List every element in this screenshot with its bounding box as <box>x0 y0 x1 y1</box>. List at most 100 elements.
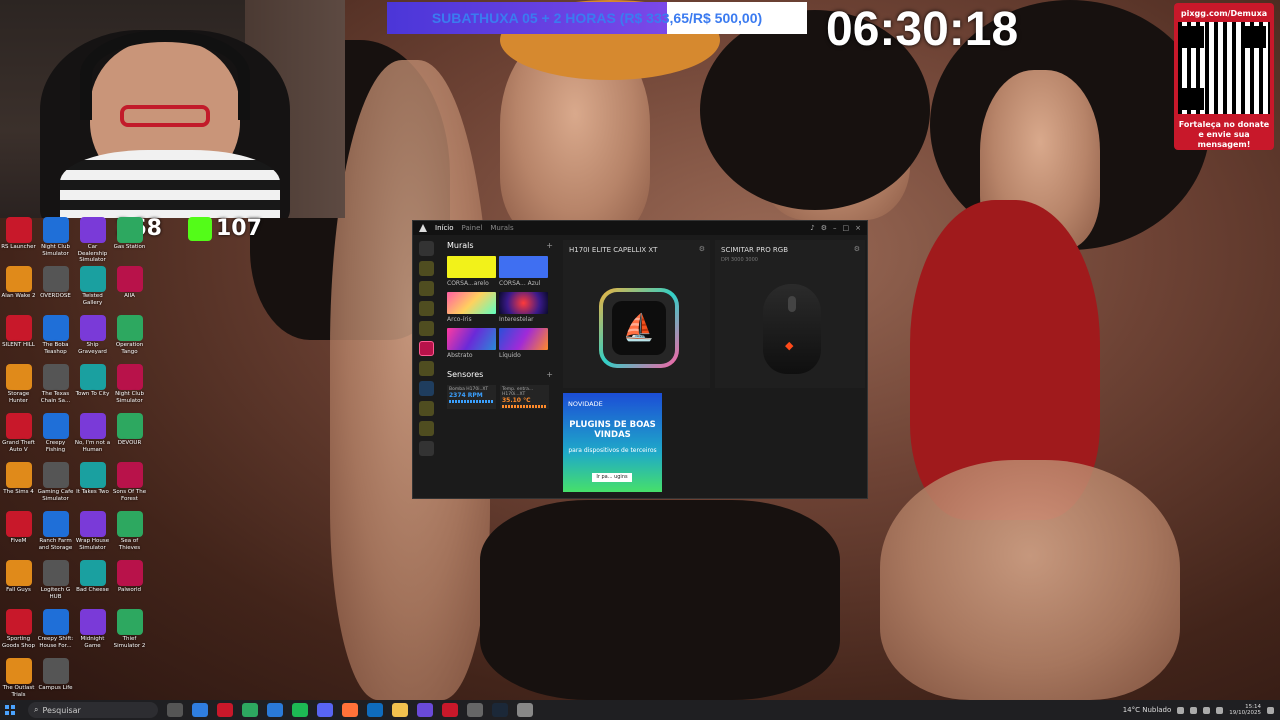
desktop-icon[interactable]: Sea of Thieves <box>111 511 148 551</box>
rail-item-device-icon[interactable] <box>418 301 434 316</box>
desktop-icon[interactable]: No, I'm not a Human <box>74 413 111 453</box>
desktop-icon[interactable]: Thief Simulator 2 <box>111 609 148 649</box>
desktop-icon[interactable]: Town To City <box>74 364 111 398</box>
desktop-icon[interactable]: Night Club Simulator <box>37 217 74 257</box>
desktop-icon[interactable]: Creepy Shift: House For... <box>37 609 74 649</box>
app-icon[interactable] <box>217 703 233 717</box>
desktop-icon[interactable]: Campus Life <box>37 658 74 692</box>
desktop-icon[interactable]: Twisted Gallery <box>74 266 111 306</box>
desktop-icon-label: OVERDOSE <box>40 293 71 299</box>
promo-button[interactable]: Ir pa... ugins <box>592 473 632 482</box>
desktop-icon[interactable]: The Sims 4 <box>0 462 37 496</box>
rail-item-selected-icon[interactable] <box>418 341 434 356</box>
desktop-icon[interactable]: Gas Station <box>111 217 148 251</box>
gear-icon[interactable]: ⚙ <box>699 245 705 253</box>
edge-icon[interactable] <box>192 703 208 717</box>
firefox-icon[interactable] <box>342 703 358 717</box>
app-icon[interactable] <box>517 703 533 717</box>
mural-item[interactable]: Interestelar <box>499 292 548 323</box>
chevron-up-icon[interactable] <box>1177 706 1185 714</box>
desktop-icon[interactable]: Sporting Goods Shop <box>0 609 37 649</box>
volume-icon[interactable] <box>1203 706 1211 714</box>
add-mural-icon[interactable]: + <box>546 241 553 250</box>
desktop-icon[interactable]: OVERDOSE <box>37 266 74 300</box>
device-card-mouse[interactable]: SCIMITAR PRO RGB DPI 3000 3000 ⚙ ◆ <box>715 240 865 388</box>
rail-item-device-icon[interactable] <box>418 281 434 296</box>
desktop-icon[interactable]: DEVOUR <box>111 413 148 447</box>
taskbar-search[interactable]: ⌕ Pesquisar <box>28 702 158 718</box>
tab-painel[interactable]: Painel <box>462 224 483 232</box>
desktop-icon[interactable]: Storage Hunter <box>0 364 37 404</box>
icue-titlebar: Início Painel Murals ♪ ⚙ – □ × <box>413 221 867 235</box>
mail-icon[interactable] <box>367 703 383 717</box>
rail-item-device-icon[interactable] <box>418 361 434 376</box>
desktop-icon[interactable]: The Boba Teashop <box>37 315 74 355</box>
desktop-icon[interactable]: Logitech G HUB <box>37 560 74 600</box>
desktop-icon[interactable]: Night Club Simulator <box>111 364 148 404</box>
chrome-icon[interactable] <box>242 703 258 717</box>
desktop-icon[interactable]: Palworld <box>111 560 148 594</box>
sensor-card[interactable]: Bomba H170i..XT 2374 RPM <box>447 385 496 409</box>
rail-add-icon[interactable] <box>418 441 434 456</box>
app-icon[interactable] <box>442 703 458 717</box>
notification-icon[interactable] <box>1267 706 1274 714</box>
rail-item-home-icon[interactable] <box>418 241 434 256</box>
desktop-icon[interactable]: Bad Cheese <box>74 560 111 594</box>
desktop-icon[interactable]: RS Launcher <box>0 217 37 251</box>
mural-item[interactable]: CORSA... Azul <box>499 256 548 287</box>
battery-icon[interactable] <box>1216 706 1224 714</box>
rail-item-device-icon[interactable] <box>418 401 434 416</box>
gear-icon[interactable]: ⚙ <box>821 224 827 232</box>
rail-item-device-icon[interactable] <box>418 261 434 276</box>
obs-icon[interactable] <box>417 703 433 717</box>
desktop-icon[interactable]: It Takes Two <box>74 462 111 496</box>
desktop-icon[interactable]: Midnight Game <box>74 609 111 649</box>
device-card-cooler[interactable]: H170I ELITE CAPELLIX XT ⚙ ⛵ <box>563 240 710 388</box>
task-view-icon[interactable] <box>167 703 183 717</box>
explorer-icon[interactable] <box>392 703 408 717</box>
rail-item-device-icon[interactable] <box>418 321 434 336</box>
steam-icon[interactable] <box>492 703 508 717</box>
sensor-card[interactable]: Temp. entra... H170i...XT 35.10 °C <box>500 385 549 409</box>
minimize-icon[interactable]: – <box>833 224 837 232</box>
weather-text[interactable]: 14°C Nublado <box>1123 706 1172 714</box>
desktop-icon[interactable]: SILENT HILL <box>0 315 37 349</box>
icue-window[interactable]: Início Painel Murals ♪ ⚙ – □ × Murals + … <box>412 220 868 499</box>
desktop-icon[interactable]: FiveM <box>0 511 37 545</box>
rail-item-device-icon[interactable] <box>418 421 434 436</box>
desktop-icon[interactable]: Fall Guys <box>0 560 37 594</box>
mural-item[interactable]: Abstrato <box>447 328 496 359</box>
mural-item[interactable]: CORSA...arelo <box>447 256 496 287</box>
tab-murals[interactable]: Murals <box>490 224 513 232</box>
network-icon[interactable] <box>1190 706 1198 714</box>
desktop-icon[interactable]: Ship Graveyard <box>74 315 111 355</box>
desktop-icon[interactable]: Grand Theft Auto V <box>0 413 37 453</box>
desktop-icon[interactable]: Ranch Farm and Storage <box>37 511 74 551</box>
vscode-icon[interactable] <box>267 703 283 717</box>
desktop-icon[interactable]: Wrap House Simulator <box>74 511 111 551</box>
spotify-icon[interactable] <box>292 703 308 717</box>
desktop-icon[interactable]: Alan Wake 2 <box>0 266 37 300</box>
desktop-icon[interactable]: Gaming Cafe Simulator <box>37 462 74 502</box>
gear-icon[interactable]: ⚙ <box>854 245 860 253</box>
mural-item[interactable]: Líquido <box>499 328 548 359</box>
desktop-icon[interactable]: AIIA <box>111 266 148 300</box>
icue-icon[interactable] <box>467 703 483 717</box>
desktop-icon[interactable]: Operation Tango <box>111 315 148 355</box>
mural-item[interactable]: Arco-íris <box>447 292 496 323</box>
maximize-icon[interactable]: □ <box>843 224 850 232</box>
desktop-icon[interactable]: Car Dealership Simulator <box>74 217 111 264</box>
close-icon[interactable]: × <box>855 224 861 232</box>
add-sensor-icon[interactable]: + <box>546 370 553 379</box>
bell-icon[interactable]: ♪ <box>810 224 814 232</box>
start-button[interactable] <box>0 700 20 720</box>
desktop-icon[interactable]: Creepy Fishing <box>37 413 74 453</box>
rail-item-device-icon[interactable] <box>418 381 434 396</box>
promo-card[interactable]: NOVIDADE PLUGINS DE BOAS VINDAS para dis… <box>563 393 662 492</box>
discord-icon[interactable] <box>317 703 333 717</box>
desktop-icon[interactable]: The Outlast Trials <box>0 658 37 698</box>
desktop-icon[interactable]: Sons Of The Forest <box>111 462 148 502</box>
desktop-icon[interactable]: The Texas Chain Sa... <box>37 364 74 404</box>
tab-inicio[interactable]: Início <box>435 224 454 232</box>
clock[interactable]: 15:14 19/10/2025 <box>1229 704 1261 717</box>
